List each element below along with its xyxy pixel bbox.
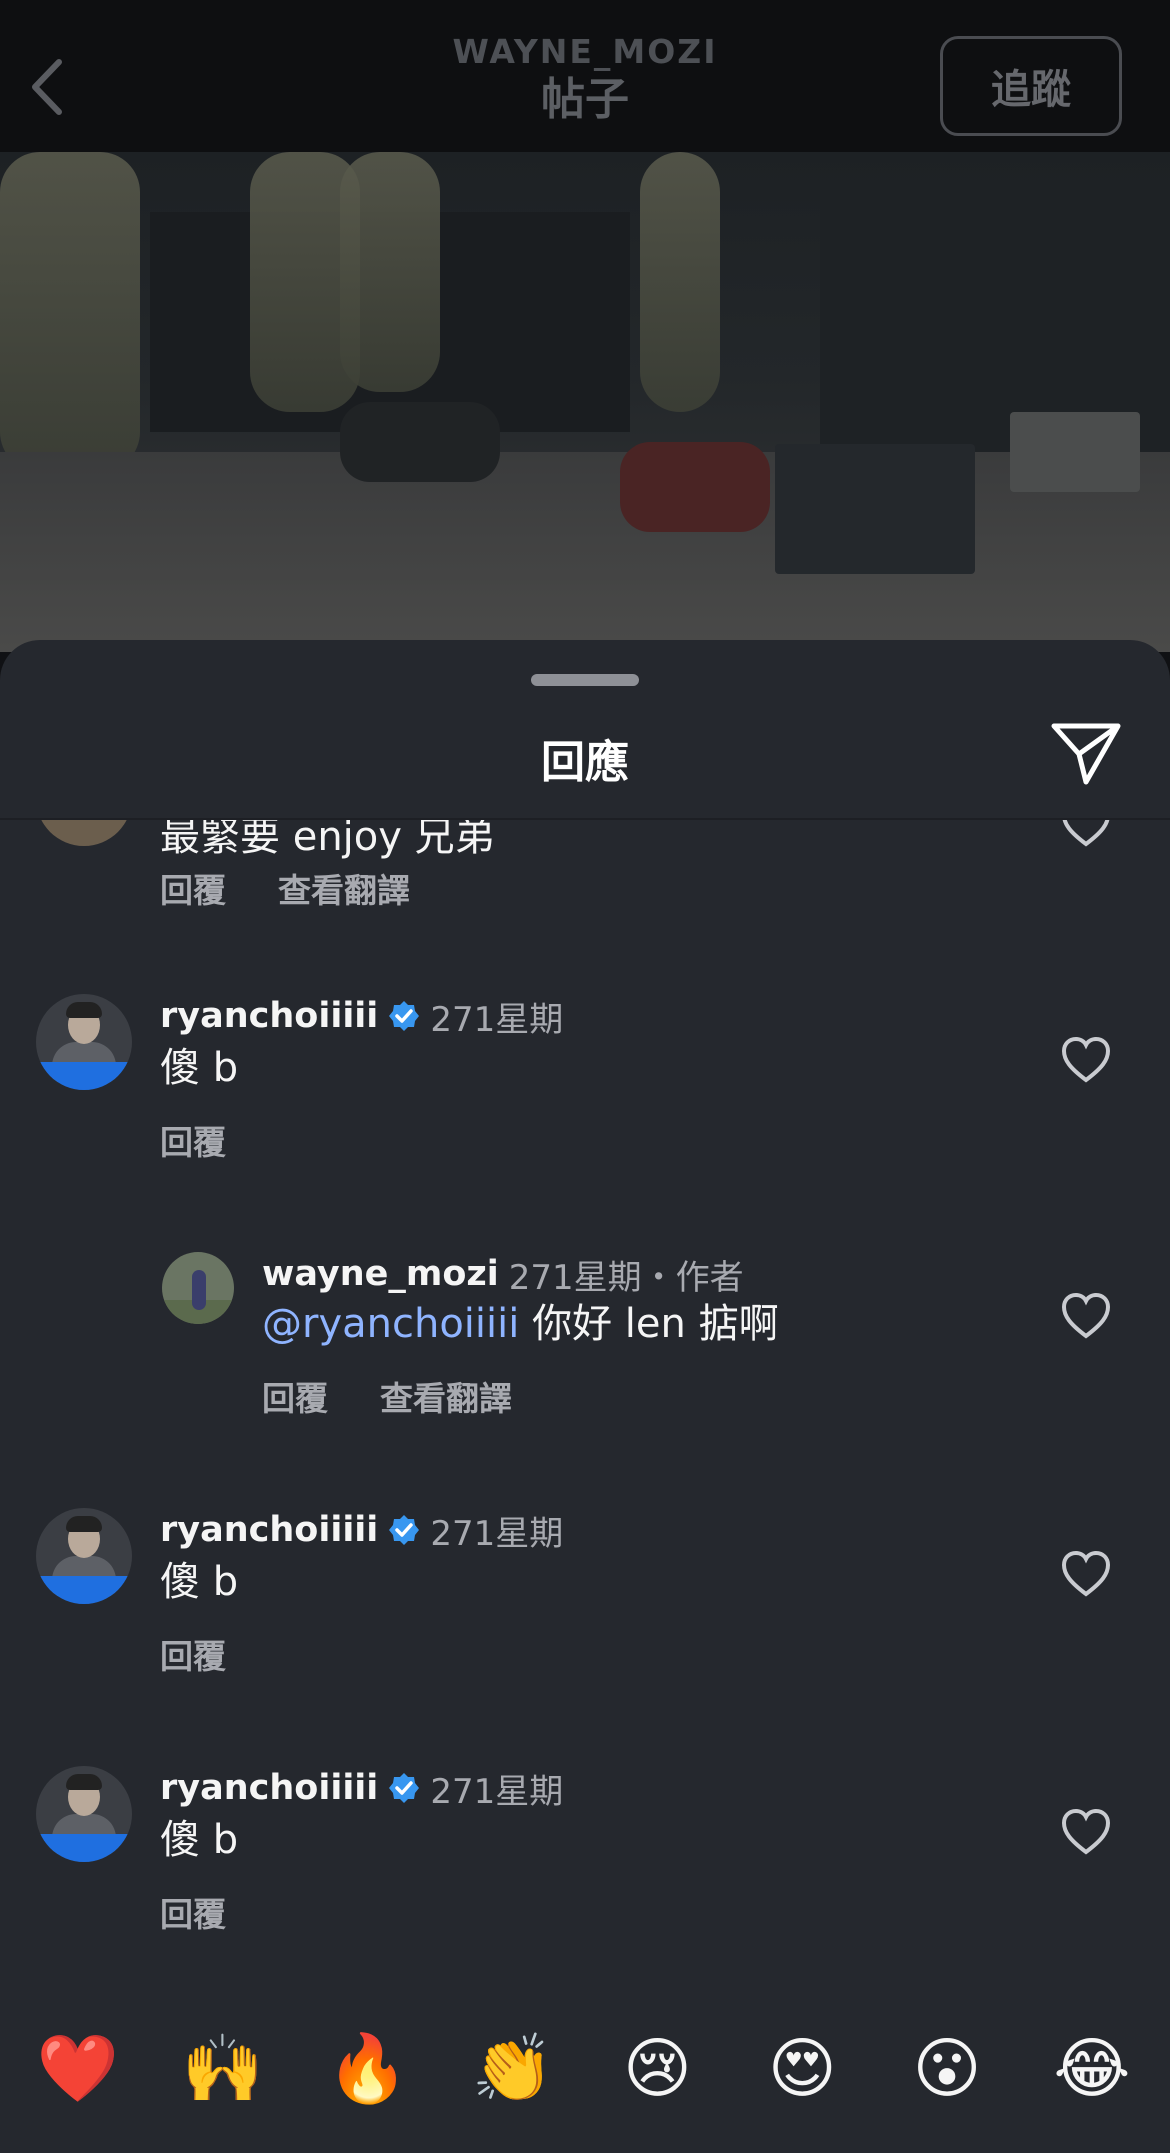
comment-time: 271星期 [430,1513,564,1554]
avatar-person [192,1270,206,1310]
reply-button[interactable]: 回覆 [160,1630,226,1678]
verified-badge-icon [389,1515,420,1545]
photo-planter [1010,412,1140,492]
comment-list[interactable]: 最緊要 enjoy 兄弟 回覆 查看翻譯 ryanchoiiiii 271星期 … [0,820,1170,1985]
fire-emoji-button[interactable]: 🔥 [324,2025,412,2113]
heart-icon [1061,1292,1111,1339]
comments-sheet: 回應 最緊要 enjoy 兄弟 回覆 查看翻譯 ryanchoiiiii 271… [0,640,1170,2153]
avatar[interactable] [162,1252,234,1324]
author-label: ・作者 [641,1257,744,1298]
comment-actions: 回覆 [160,1888,226,1936]
comment-text: 傻 b [160,1817,239,1863]
comment-header: wayne_mozi 271星期 ・作者 [262,1252,744,1298]
comment-text: 傻 b [160,1559,239,1605]
comment-actions: 回覆 查看翻譯 [160,864,410,912]
avatar-hair [66,1002,102,1018]
comment-text-content: 你好 len 掂啊 [519,1301,779,1347]
heart-icon [1062,820,1110,847]
comment-header: ryanchoiiiii 271星期 [160,994,564,1040]
like-button[interactable] [1060,1808,1112,1856]
avatar[interactable] [36,820,132,846]
see-translation-button[interactable]: 查看翻譯 [278,864,410,912]
heart-icon [1061,1550,1111,1597]
sheet-grabber[interactable] [531,674,639,686]
photo-scooter [620,442,770,532]
comment-header: ryanchoiiiii 271星期 [160,1508,564,1554]
photo-planter [775,444,975,574]
emoji-reaction-bar: ❤️ 🙌 🔥 👏 😢 😍 😮 😂 [0,1985,1170,2153]
post-photo [0,152,1170,652]
avatar[interactable] [36,994,132,1090]
comment-username[interactable]: ryanchoiiiii [160,1510,378,1550]
comment-username[interactable]: ryanchoiiiii [160,996,378,1036]
verified-badge-icon [389,1773,420,1803]
surprised-face-emoji-button[interactable]: 😮 [903,2025,991,2113]
reply-button[interactable]: 回覆 [160,864,226,912]
share-button[interactable] [1050,720,1122,788]
avatar[interactable] [36,1766,132,1862]
heart-icon [1061,1808,1111,1855]
verified-badge-icon [389,1001,420,1031]
avatar-band [36,1576,132,1604]
comment-text: 最緊要 enjoy 兄弟 [160,820,495,860]
see-translation-button[interactable]: 查看翻譯 [380,1372,512,1420]
like-button[interactable] [1060,1550,1112,1598]
crying-face-emoji-button[interactable]: 😢 [613,2025,701,2113]
like-button[interactable] [1060,820,1112,848]
heart-icon [1061,1036,1111,1083]
follow-button[interactable]: 追蹤 [940,36,1122,136]
mention-link[interactable]: @ryanchoiiiii [262,1301,519,1347]
avatar[interactable] [36,1508,132,1604]
tears-of-joy-emoji-button[interactable]: 😂 [1048,2025,1136,2113]
comment-text: @ryanchoiiiii 你好 len 掂啊 [262,1298,779,1350]
red-heart-emoji-button[interactable]: ❤️ [34,2025,122,2113]
photo-tree [640,152,720,412]
like-button[interactable] [1060,1292,1112,1340]
avatar-band [36,1062,132,1090]
reply-button[interactable]: 回覆 [262,1372,328,1420]
comment-username[interactable]: wayne_mozi [262,1254,499,1294]
photo-tree [0,152,140,472]
reply-button[interactable]: 回覆 [160,1116,226,1164]
comment-actions: 回覆 [160,1630,226,1678]
reply-button[interactable]: 回覆 [160,1888,226,1936]
avatar-hair [66,1516,102,1532]
sheet-title: 回應 [541,737,629,788]
like-button[interactable] [1060,1036,1112,1084]
photo-ground [0,452,1170,652]
comment-time: 271星期 [430,1771,564,1812]
comment-text: 傻 b [160,1045,239,1091]
avatar-band [36,1834,132,1862]
avatar-hair [66,1774,102,1790]
send-icon [1051,723,1121,785]
comment-time: 271星期 [430,999,564,1040]
raising-hands-emoji-button[interactable]: 🙌 [179,2025,267,2113]
post-header: WAYNE_MOZI 帖子 追蹤 [0,0,1170,152]
comment-header: ryanchoiiiii 271星期 [160,1766,564,1812]
comment-actions: 回覆 查看翻譯 [262,1372,512,1420]
photo-tree [340,152,440,392]
clapping-hands-emoji-button[interactable]: 👏 [469,2025,557,2113]
comment-time: 271星期 [508,1257,642,1298]
comment-username[interactable]: ryanchoiiiii [160,1768,378,1808]
photo-motorbike [340,402,500,482]
heart-eyes-emoji-button[interactable]: 😍 [758,2025,846,2113]
comment-actions: 回覆 [160,1116,226,1164]
